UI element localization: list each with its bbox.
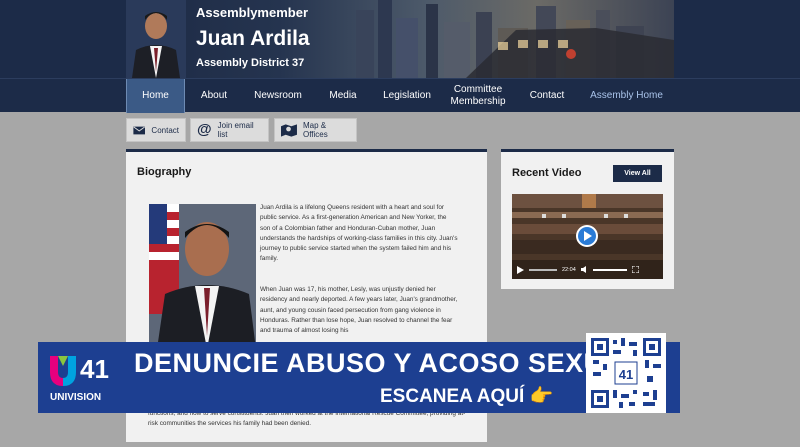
map-offices-button[interactable]: Map & Offices bbox=[274, 118, 357, 142]
recent-video-heading: Recent Video bbox=[512, 167, 582, 179]
site-header: Assemblymember Juan Ardila Assembly Dist… bbox=[0, 0, 800, 78]
video-player[interactable]: 22:04 bbox=[512, 194, 663, 279]
at-sign-icon: @ bbox=[197, 121, 212, 138]
univision-wordmark: UNIVISION bbox=[50, 392, 102, 403]
banner-headline: DENUNCIE ABUSO Y ACOSO SEXUAL bbox=[134, 348, 641, 378]
biography-paragraph-2: When Juan was 17, his mother, Lesly, was… bbox=[260, 286, 458, 335]
nav-media[interactable]: Media bbox=[313, 79, 373, 113]
map-offices-label: Map & Offices bbox=[302, 121, 328, 139]
nav-contact[interactable]: Contact bbox=[515, 79, 579, 113]
play-icon[interactable] bbox=[575, 224, 599, 248]
biography-paragraph-1: Juan Ardila is a lifelong Queens residen… bbox=[260, 204, 458, 263]
envelope-icon bbox=[133, 126, 146, 134]
join-email-list-button[interactable]: @ Join email list bbox=[190, 118, 269, 142]
univision-banner: 41 UNIVISION DENUNCIE ABUSO Y ACOSO SEXU… bbox=[38, 333, 680, 413]
volume-icon[interactable] bbox=[580, 266, 588, 273]
recent-video-panel: Recent Video View All 22:04 bbox=[501, 149, 674, 289]
nav-legislation[interactable]: Legislation bbox=[373, 79, 441, 113]
header-banner: Assemblymember Juan Ardila Assembly Dist… bbox=[126, 0, 674, 78]
assemblymember-portrait bbox=[126, 0, 186, 78]
video-progress-bar[interactable] bbox=[529, 268, 557, 271]
nav-home[interactable]: Home bbox=[126, 79, 185, 113]
biography-photo bbox=[149, 204, 256, 349]
play-control-icon[interactable] bbox=[517, 265, 524, 274]
nav-newsroom[interactable]: Newsroom bbox=[243, 79, 313, 113]
main-nav: Home About Newsroom Media Legislation Co… bbox=[0, 78, 800, 113]
contact-button[interactable]: Contact bbox=[126, 118, 186, 142]
qr-code[interactable]: 41 bbox=[586, 333, 666, 413]
header-district: Assembly District 37 bbox=[196, 57, 305, 69]
nav-assembly-home[interactable]: Assembly Home bbox=[579, 79, 674, 113]
header-name: Juan Ardila bbox=[196, 27, 310, 50]
volume-slider[interactable] bbox=[592, 268, 627, 271]
join-email-list-label: Join email list bbox=[217, 121, 254, 139]
nav-committee-membership[interactable]: Committee Membership bbox=[441, 79, 515, 113]
nav-about[interactable]: About bbox=[185, 79, 243, 113]
fullscreen-icon[interactable] bbox=[631, 266, 639, 273]
qr-code-image: 41 bbox=[589, 336, 663, 410]
contact-button-label: Contact bbox=[151, 125, 179, 135]
banner-subline: ESCANEA AQUÍ 👉 bbox=[380, 386, 554, 407]
channel-number: 41 bbox=[80, 354, 109, 384]
header-title: Assemblymember bbox=[196, 5, 308, 20]
video-controls: 22:04 bbox=[512, 260, 663, 279]
video-time: 22:04 bbox=[562, 266, 576, 273]
map-icon bbox=[281, 124, 297, 137]
univision-u-icon bbox=[50, 356, 76, 386]
univision-logo: 41 UNIVISION bbox=[48, 350, 128, 406]
view-all-button[interactable]: View All bbox=[613, 165, 662, 182]
svg-text:41: 41 bbox=[619, 367, 633, 382]
biography-heading: Biography bbox=[137, 166, 192, 178]
